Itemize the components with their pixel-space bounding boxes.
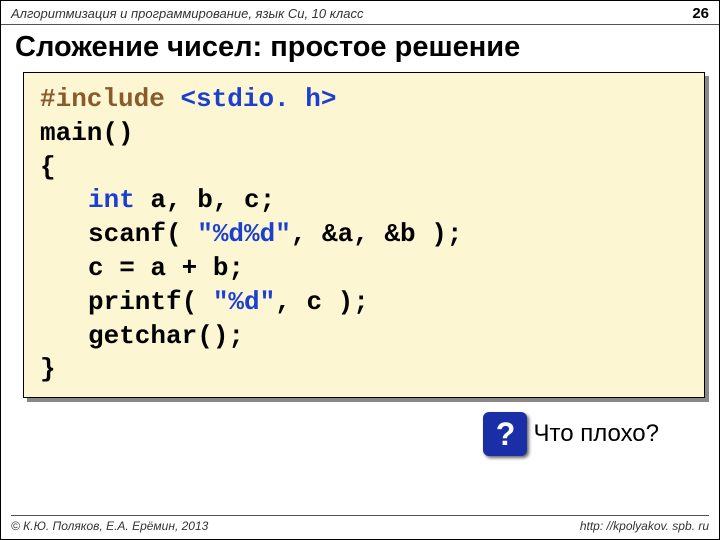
code-text: printf( (88, 287, 213, 317)
code-text: () (102, 118, 133, 148)
code-text: a, b, c; (135, 185, 275, 215)
question-text: Что плохо? (533, 420, 659, 448)
course-title: Алгоритмизация и программирование, язык … (11, 6, 363, 21)
footer-url: http: //kpolyakov. spb. ru (580, 519, 709, 533)
code-line: getchar(); (40, 320, 688, 354)
code-string: "%d" (213, 287, 275, 317)
code-line: main() (40, 117, 688, 151)
code-line: { (40, 151, 688, 185)
page-number: 26 (692, 5, 709, 22)
code-line: int a, b, c; (40, 184, 688, 218)
slide-footer: © К.Ю. Поляков, Е.А. Ерёмин, 2013 http: … (11, 515, 709, 533)
code-text: , c ); (275, 287, 369, 317)
code-text: c = a + b; (88, 252, 688, 286)
code-keyword-include: #include (40, 84, 165, 114)
code-header-file: <stdio. h> (180, 84, 336, 114)
code-block: #include <stdio. h> main() { int a, b, c… (23, 72, 705, 398)
slide-header: Алгоритмизация и программирование, язык … (1, 1, 719, 25)
slide: Алгоритмизация и программирование, язык … (0, 0, 720, 540)
code-string: "%d%d" (197, 219, 291, 249)
code-line: #include <stdio. h> (40, 83, 688, 117)
copyright-text: © К.Ю. Поляков, Е.А. Ерёмин, 2013 (11, 519, 208, 533)
code-line: } (40, 353, 688, 387)
code-fn-name: main (40, 118, 102, 148)
code-line: scanf( "%d%d", &a, &b ); (40, 218, 688, 252)
question-mark-icon: ? (483, 412, 527, 456)
code-text: scanf( (88, 219, 197, 249)
code-line: c = a + b; (40, 252, 688, 286)
question-row: ? Что плохо? (1, 398, 719, 456)
slide-title: Сложение чисел: простое решение (1, 25, 719, 72)
code-keyword-int: int (88, 185, 135, 215)
code-line: printf( "%d", c ); (40, 286, 688, 320)
code-text: , &a, &b ); (291, 219, 463, 249)
code-text: getchar(); (88, 320, 688, 354)
